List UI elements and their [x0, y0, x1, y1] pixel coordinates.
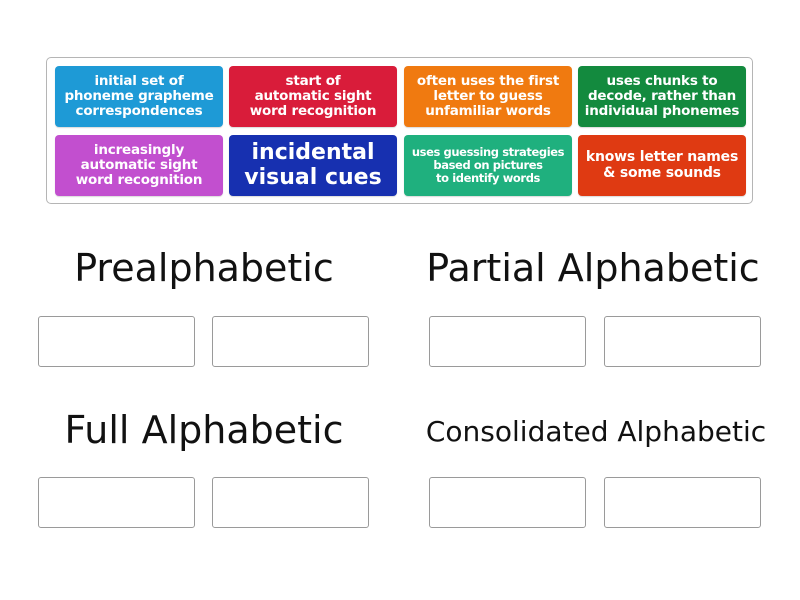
group-title-prealphabetic: Prealphabetic [74, 246, 334, 290]
drop-slot[interactable] [212, 316, 369, 367]
drop-slot[interactable] [212, 477, 369, 528]
drop-slot[interactable] [38, 477, 195, 528]
tile-uses-chunks[interactable]: uses chunks to decode, rather than indiv… [578, 66, 746, 127]
tile-initial-set[interactable]: initial set of phoneme grapheme correspo… [55, 66, 223, 127]
drop-slot[interactable] [604, 477, 761, 528]
tile-increasingly-automatic[interactable]: increasingly automatic sight word recogn… [55, 135, 223, 196]
tile-start-automatic[interactable]: start of automatic sight word recognitio… [229, 66, 397, 127]
tile-letter-names[interactable]: knows letter names & some sounds [578, 135, 746, 196]
group-title-partial-alphabetic: Partial Alphabetic [426, 246, 760, 290]
tile-bank: initial set of phoneme grapheme correspo… [46, 57, 753, 204]
group-title-consolidated-alphabetic: Consolidated Alphabetic [425, 415, 767, 448]
tile-first-letter[interactable]: often uses the first letter to guess unf… [404, 66, 572, 127]
group-title-full-alphabetic: Full Alphabetic [64, 408, 344, 452]
drop-slot[interactable] [604, 316, 761, 367]
drop-slot[interactable] [38, 316, 195, 367]
tile-incidental-cues[interactable]: incidental visual cues [229, 135, 397, 196]
drop-slot[interactable] [429, 316, 586, 367]
drop-slot[interactable] [429, 477, 586, 528]
tile-guessing-pictures[interactable]: uses guessing strategies based on pictur… [404, 135, 572, 196]
